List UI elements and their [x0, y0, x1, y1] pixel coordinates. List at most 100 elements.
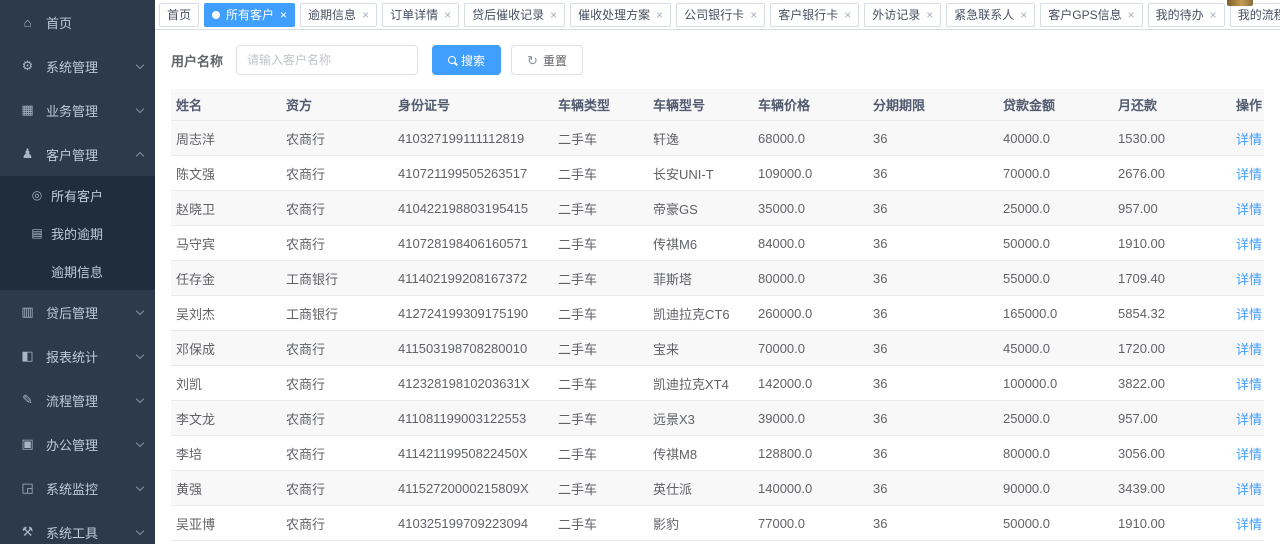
sidebar-menu-item[interactable]: ▦ 业务管理 — [0, 88, 155, 132]
cell-vehicle-type: 二手车 — [553, 304, 648, 323]
sidebar-menu-item[interactable]: ⚒ 系统工具 — [0, 510, 155, 544]
active-tab-dot-icon — [212, 11, 220, 19]
sidebar-menu-item[interactable]: ◎ 所有客户 — [0, 176, 155, 214]
chevron-icon — [136, 526, 144, 534]
view-tab[interactable]: 所有客户 × — [204, 3, 295, 27]
cell-vehicle-model: 菲斯塔 — [648, 269, 753, 288]
menu-item-label: 所有客户 — [51, 186, 143, 205]
cell-funder: 农商行 — [281, 514, 393, 533]
tab-close-icon[interactable]: × — [1210, 9, 1217, 21]
tab-close-icon[interactable]: × — [926, 9, 933, 21]
tab-close-icon[interactable]: × — [550, 9, 557, 21]
view-tab[interactable]: 外访记录 × — [864, 3, 941, 27]
tab-close-icon[interactable]: × — [656, 9, 663, 21]
view-tab[interactable]: 我的流程 × — [1230, 3, 1280, 27]
detail-link[interactable]: 详情 — [1236, 202, 1262, 217]
cell-id-number: 410327199111112819 — [393, 131, 553, 146]
cell-monthly-payment: 5854.32 — [1113, 306, 1231, 321]
sidebar-menu-item[interactable]: ◲ 系统监控 — [0, 466, 155, 510]
cell-vehicle-type: 二手车 — [553, 374, 648, 393]
cell-vehicle-price: 68000.0 — [753, 131, 868, 146]
column-header: 身份证号 — [393, 95, 553, 114]
view-tab[interactable]: 客户银行卡 × — [770, 3, 859, 27]
detail-link[interactable]: 详情 — [1236, 377, 1262, 392]
cell-monthly-payment: 3056.00 — [1113, 446, 1231, 461]
cell-vehicle-type: 二手车 — [553, 479, 648, 498]
detail-link[interactable]: 详情 — [1236, 272, 1262, 287]
menu-item-label: 逾期信息 — [51, 262, 143, 281]
sidebar-menu-item[interactable]: ⌂ 首页 — [0, 0, 155, 44]
cell-vehicle-model: 影豹 — [648, 514, 753, 533]
view-tab[interactable]: 紧急联系人 × — [946, 3, 1035, 27]
detail-link[interactable]: 详情 — [1236, 517, 1262, 532]
report-stats-icon: ◧ — [20, 348, 35, 364]
tab-close-icon[interactable]: × — [844, 9, 851, 21]
cell-vehicle-price: 260000.0 — [753, 306, 868, 321]
column-header: 车辆价格 — [753, 95, 868, 114]
cell-loan-amount: 50000.0 — [998, 236, 1113, 251]
view-tab[interactable]: 我的待办 × — [1148, 3, 1225, 27]
search-button[interactable]: 搜索 — [432, 45, 501, 75]
tab-close-icon[interactable]: × — [280, 9, 287, 21]
cell-vehicle-model: 轩逸 — [648, 129, 753, 148]
detail-link[interactable]: 详情 — [1236, 482, 1262, 497]
cell-funder: 农商行 — [281, 444, 393, 463]
tab-close-icon[interactable]: × — [444, 9, 451, 21]
cell-id-number: 410728198406160571 — [393, 236, 553, 251]
menu-item-label: 系统监控 — [46, 479, 137, 498]
office-icon: ▣ — [20, 436, 35, 452]
tab-close-icon[interactable]: × — [1128, 9, 1135, 21]
detail-link[interactable]: 详情 — [1236, 307, 1262, 322]
tab-label: 客户GPS信息 — [1048, 6, 1121, 23]
menu-item-label: 首页 — [46, 13, 143, 32]
detail-link[interactable]: 详情 — [1236, 447, 1262, 462]
detail-link[interactable]: 详情 — [1236, 342, 1262, 357]
search-field-label: 用户名称 — [171, 51, 223, 70]
sidebar-menu-item[interactable]: ✎ 流程管理 — [0, 378, 155, 422]
refresh-icon: ↻ — [527, 54, 538, 67]
view-tab[interactable]: 客户GPS信息 × — [1040, 3, 1142, 27]
detail-link[interactable]: 详情 — [1236, 132, 1262, 147]
cell-name: 任存金 — [171, 269, 281, 288]
cell-id-number: 410325199709223094 — [393, 516, 553, 531]
sidebar-menu-item[interactable]: ♟ 客户管理 — [0, 132, 155, 176]
sidebar-menu-item[interactable]: ▥ 贷后管理 — [0, 290, 155, 334]
cell-vehicle-model: 宝来 — [648, 339, 753, 358]
cell-loan-amount: 165000.0 — [998, 306, 1113, 321]
customer-name-input[interactable] — [236, 45, 418, 75]
cell-funder: 农商行 — [281, 129, 393, 148]
view-tab[interactable]: 首页 × — [159, 3, 199, 27]
tab-close-icon[interactable]: × — [750, 9, 757, 21]
table-row: 邓保成 农商行 411503198708280010 二手车 宝来 70000.… — [171, 331, 1264, 366]
tab-close-icon[interactable]: × — [1020, 9, 1027, 21]
view-tab[interactable]: 订单详情 × — [382, 3, 459, 27]
cell-id-number: 41232819810203631X — [393, 376, 553, 391]
tab-close-icon[interactable]: × — [362, 9, 369, 21]
gear-icon: ⚙ — [20, 58, 35, 74]
sidebar-menu-item[interactable]: ◧ 报表统计 — [0, 334, 155, 378]
table-row: 任存金 工商银行 411402199208167372 二手车 菲斯塔 8000… — [171, 261, 1264, 296]
sidebar-menu-item[interactable]: ▤ 我的逾期 — [0, 214, 155, 252]
sidebar-menu-item[interactable]: 逾期信息 — [0, 252, 155, 290]
sidebar-menu-item[interactable]: ⚙ 系统管理 — [0, 44, 155, 88]
cell-term: 36 — [868, 341, 998, 356]
cell-monthly-payment: 957.00 — [1113, 411, 1231, 426]
detail-link[interactable]: 详情 — [1236, 167, 1262, 182]
view-tab[interactable]: 逾期信息 × — [300, 3, 377, 27]
view-tab[interactable]: 催收处理方案 × — [570, 3, 671, 27]
cell-id-number: 410721199505263517 — [393, 166, 553, 181]
view-tab[interactable]: 公司银行卡 × — [676, 3, 765, 27]
reset-button[interactable]: ↻ 重置 — [511, 45, 583, 75]
customers-table: 姓名 资方 身份证号 车辆类型 车辆型号 车辆价格 分期期限 贷款金额 月还款 … — [171, 89, 1264, 544]
sidebar-menu-item[interactable]: ▣ 办公管理 — [0, 422, 155, 466]
table-row: 李文龙 农商行 411081199003122553 二手车 远景X3 3900… — [171, 401, 1264, 436]
view-tab[interactable]: 贷后催收记录 × — [464, 3, 565, 27]
cell-vehicle-type: 二手车 — [553, 339, 648, 358]
cell-id-number: 41142119950822450X — [393, 446, 553, 461]
detail-link[interactable]: 详情 — [1236, 237, 1262, 252]
cell-vehicle-type: 二手车 — [553, 444, 648, 463]
cell-funder: 工商银行 — [281, 304, 393, 323]
cell-loan-amount: 25000.0 — [998, 201, 1113, 216]
detail-link[interactable]: 详情 — [1236, 412, 1262, 427]
cell-loan-amount: 70000.0 — [998, 166, 1113, 181]
